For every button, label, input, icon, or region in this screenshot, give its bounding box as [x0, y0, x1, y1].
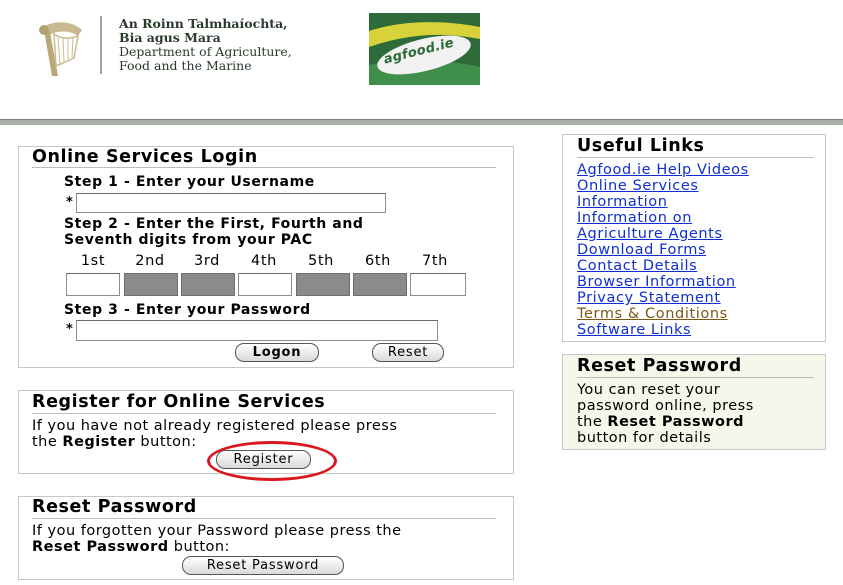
useful-links-title-rule [577, 157, 814, 158]
login-title: Online Services Login [32, 147, 258, 167]
register-highlight-oval [207, 441, 337, 481]
pac-digit-5-disabled [296, 273, 350, 296]
link-software-links[interactable]: Software Links [577, 322, 691, 338]
link-online-services-info-line2[interactable]: Information [577, 194, 668, 210]
agfood-logo[interactable]: agfood.ie [369, 13, 480, 85]
harp-emblem-icon [39, 22, 82, 76]
link-terms-conditions[interactable]: Terms & Conditions [577, 306, 728, 322]
reset-password-info-pre: the [577, 414, 608, 430]
useful-links-title: Useful Links [577, 136, 705, 156]
step2-label-line2: Seventh digits from your PAC [64, 232, 313, 248]
pac-label-1st: 1st [80, 253, 106, 269]
pac-label-7th: 7th [422, 253, 448, 269]
dept-line-irish-1: An Roinn Talmhaíochta, [119, 16, 288, 31]
register-title: Register for Online Services [32, 392, 326, 412]
reset-password-info-line2: password online, press [577, 398, 754, 414]
reset-password-info-line3: the Reset Password [577, 414, 744, 430]
dept-line-english-2: Food and the Marine [119, 58, 252, 73]
pac-digit-2-disabled [124, 273, 178, 296]
link-contact-details[interactable]: Contact Details [577, 258, 697, 274]
username-required-mark: * [66, 195, 73, 210]
link-download-forms[interactable]: Download Forms [577, 242, 706, 258]
step1-label: Step 1 - Enter your Username [64, 174, 315, 190]
link-help-videos[interactable]: Agfood.ie Help Videos [577, 162, 749, 178]
login-title-rule [32, 167, 496, 168]
reset-password-text-bold: Reset Password [32, 539, 169, 555]
dept-line-irish-2: Bia agus Mara [119, 30, 221, 45]
register-instructions-line2: the Register button: [32, 434, 197, 450]
pac-digit-6-disabled [353, 273, 407, 296]
register-text-pre: the [32, 434, 63, 450]
reset-password-info-line4: button for details [577, 430, 712, 446]
department-name: An Roinn Talmhaíochta, Bia agus Mara Dep… [119, 17, 292, 73]
register-instructions-line1: If you have not already registered pleas… [32, 418, 398, 434]
link-privacy-statement[interactable]: Privacy Statement [577, 290, 721, 306]
reset-password-instructions-line2: Reset Password button: [32, 539, 230, 555]
link-agriculture-agents-line2[interactable]: Agriculture Agents [577, 226, 723, 242]
link-agriculture-agents-line1[interactable]: Information on [577, 210, 692, 226]
header-divider [100, 16, 102, 74]
reset-password-info-bold: Reset Password [607, 414, 745, 430]
pac-digit-4-input[interactable] [238, 273, 292, 296]
pac-label-6th: 6th [365, 253, 391, 269]
reset-password-button[interactable]: Reset Password [182, 556, 344, 575]
pac-label-5th: 5th [308, 253, 334, 269]
register-text-post: button: [135, 434, 197, 450]
password-required-mark: * [66, 322, 73, 337]
dept-line-english-1: Department of Agriculture, [119, 44, 292, 59]
pac-digit-3-disabled [181, 273, 235, 296]
reset-password-info-line1: You can reset your [577, 382, 721, 398]
pac-label-3rd: 3rd [194, 253, 220, 269]
pac-label-2nd: 2nd [135, 253, 165, 269]
reset-password-info-title: Reset Password [577, 356, 742, 376]
reset-password-instructions-line1: If you forgotten your Password please pr… [32, 523, 402, 539]
register-title-rule [32, 413, 496, 414]
pac-label-4th: 4th [251, 253, 277, 269]
password-input[interactable] [76, 320, 438, 341]
step3-label: Step 3 - Enter your Password [64, 302, 311, 318]
reset-password-info-title-rule [577, 377, 814, 378]
logon-button[interactable]: Logon [235, 343, 319, 362]
register-text-bold: Register [62, 434, 136, 450]
pac-digit-1-input[interactable] [66, 273, 120, 296]
link-online-services-info-line1[interactable]: Online Services [577, 178, 699, 194]
header-rule [0, 119, 843, 125]
reset-password-title-rule [32, 518, 496, 519]
reset-password-title: Reset Password [32, 497, 197, 517]
username-input[interactable] [76, 193, 386, 213]
step2-label-line1: Step 2 - Enter the First, Fourth and [64, 216, 364, 232]
reset-password-text-post: button: [168, 539, 230, 555]
reset-form-button[interactable]: Reset [372, 343, 444, 362]
link-browser-information[interactable]: Browser Information [577, 274, 736, 290]
pac-digit-7-input[interactable] [410, 273, 466, 296]
